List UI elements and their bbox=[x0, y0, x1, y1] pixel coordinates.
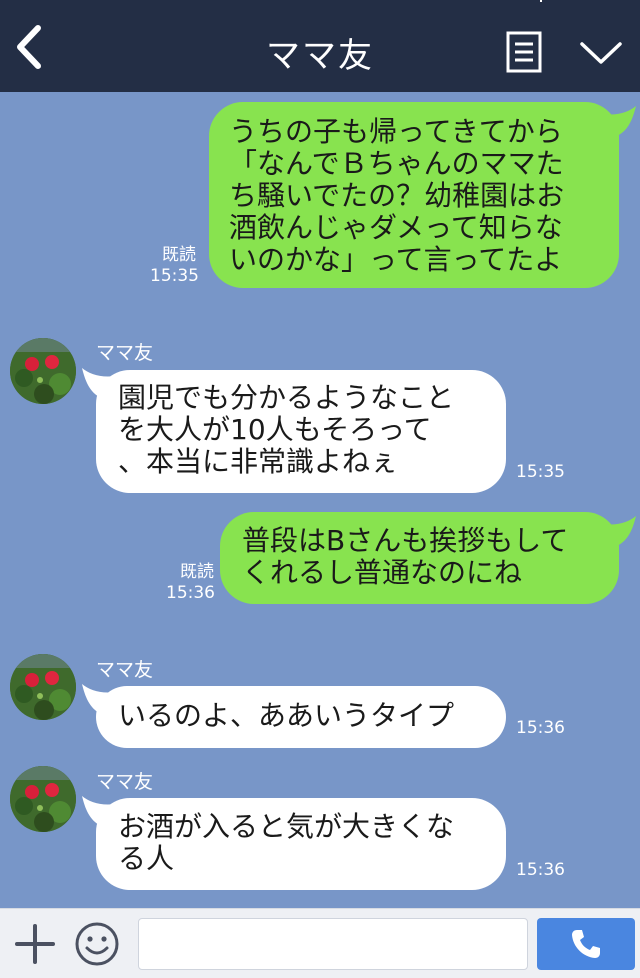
avatar[interactable] bbox=[10, 654, 76, 720]
message-bubble-incoming[interactable]: いるのよ、ああいうタイプ bbox=[96, 686, 506, 748]
bubble-tail bbox=[603, 516, 636, 546]
message-bubble-incoming[interactable]: 園児でも分かるようなこと を大人が10人もそろって 、本当に非常識よねぇ bbox=[96, 370, 506, 493]
phone-icon bbox=[572, 930, 600, 958]
chat-title: ママ友 bbox=[266, 36, 374, 76]
message-meta: 既読 15:36 bbox=[166, 562, 215, 604]
sender-name: ママ友 bbox=[96, 659, 154, 681]
chevron-down-icon[interactable] bbox=[578, 34, 624, 68]
call-button[interactable] bbox=[537, 918, 635, 970]
note-icon[interactable] bbox=[506, 31, 542, 73]
avatar[interactable] bbox=[10, 766, 76, 832]
message-bubble-incoming[interactable]: お酒が入ると気が大きくな る人 bbox=[96, 798, 506, 890]
message-composer bbox=[0, 908, 640, 978]
chat-header: ママ友 bbox=[0, 0, 640, 92]
status-mark bbox=[540, 0, 542, 2]
smiley-icon[interactable] bbox=[74, 921, 120, 967]
read-receipt: 既読 bbox=[162, 245, 196, 265]
avatar[interactable] bbox=[10, 338, 76, 404]
message-bubble-outgoing[interactable]: 普段はBさんも挨拶もして くれるし普通なのにね bbox=[220, 512, 619, 604]
read-receipt: 既読 bbox=[180, 562, 214, 582]
message-time: 15:35 bbox=[516, 462, 565, 482]
message-time: 15:36 bbox=[166, 583, 215, 603]
message-time: 15:36 bbox=[516, 860, 565, 880]
message-list[interactable]: 既読 15:35 うちの子も帰ってきてから 「なんでＢちゃんのママた ち騒いでた… bbox=[0, 92, 640, 908]
bubble-tail bbox=[603, 106, 636, 136]
message-input[interactable] bbox=[138, 918, 528, 970]
message-bubble-outgoing[interactable]: うちの子も帰ってきてから 「なんでＢちゃんのママた ち騒いでたの？幼稚園はお 酒… bbox=[209, 102, 619, 288]
message-meta: 既読 15:35 bbox=[150, 245, 199, 287]
sender-name: ママ友 bbox=[96, 342, 154, 364]
message-time: 15:36 bbox=[516, 718, 565, 738]
plus-icon[interactable] bbox=[14, 923, 56, 965]
sender-name: ママ友 bbox=[96, 771, 154, 793]
message-time: 15:35 bbox=[150, 266, 199, 286]
